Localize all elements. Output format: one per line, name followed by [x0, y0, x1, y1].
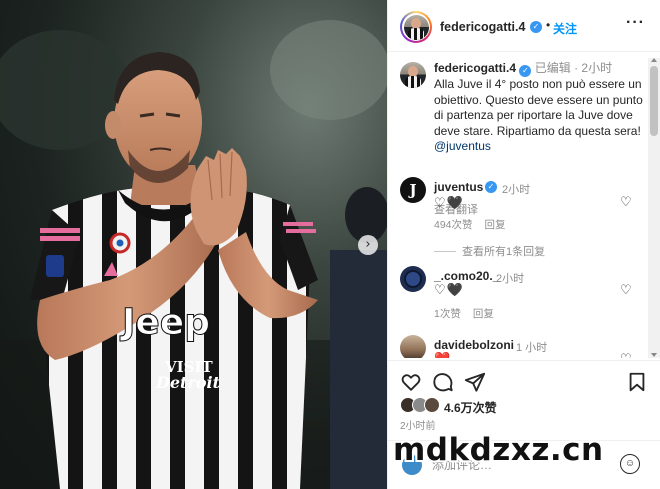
save-button[interactable] — [626, 371, 648, 393]
caption: federicogatti.4 ✓ 已编辑 · 2小时 Alla Juve il… — [434, 61, 646, 155]
comment-time: 2小时 — [496, 273, 525, 285]
add-comment-bar: ☺ — [388, 440, 660, 489]
like-button[interactable] — [400, 371, 422, 393]
comment-time: 2小时 — [502, 184, 531, 196]
scrollbar-thumb[interactable] — [650, 66, 658, 136]
jersey-sleeve-text-2: Detroit — [155, 373, 221, 392]
follow-button[interactable]: 关注 — [553, 20, 577, 37]
comment-bubble-icon — [433, 373, 453, 392]
add-comment-input[interactable] — [432, 455, 582, 475]
comment-reply-button[interactable]: 回复 — [473, 308, 494, 320]
post-photo: Jeep VISIT Detroit › — [0, 0, 387, 489]
caption-username[interactable]: federicogatti.4 — [434, 61, 516, 75]
comment-likes[interactable]: 1次赞 — [434, 308, 461, 320]
comment-avatar[interactable]: J — [400, 177, 426, 203]
paper-plane-icon — [464, 372, 486, 392]
comments-scrollbar[interactable] — [648, 58, 660, 358]
author-username[interactable]: federicogatti.4 — [440, 20, 525, 34]
view-replies-link[interactable]: 查看所有1条回复 — [434, 243, 545, 259]
more-options-icon[interactable]: ··· — [626, 14, 645, 32]
comment-reply-button[interactable]: 回复 — [485, 219, 506, 231]
scroll-down-arrow-icon[interactable] — [651, 353, 657, 357]
caption-edited: 已编辑 — [534, 61, 571, 75]
caption-text: Alla Juve il 4° posto non può essere un … — [434, 77, 643, 138]
comment-likes[interactable]: 494次赞 — [434, 219, 473, 231]
caption-dot: · — [574, 61, 579, 75]
separator-dot: • — [546, 18, 551, 32]
verified-badge-icon: ✓ — [519, 65, 532, 77]
comment-meta: 1次赞 回复 — [434, 306, 506, 321]
caption-mention[interactable]: @juventus — [434, 139, 491, 153]
post-actions — [388, 360, 660, 400]
comment-username[interactable]: _.como20._ — [434, 269, 499, 283]
view-replies-label: 查看所有1条回复 — [462, 246, 546, 258]
comment-time: 1 小时 — [516, 342, 548, 354]
caption-avatar[interactable] — [400, 62, 426, 88]
bookmark-icon — [629, 372, 645, 392]
comment-like-icon[interactable]: ♡ — [620, 352, 632, 358]
post-side-panel: federicogatti.4 ✓ • 关注 ··· federicogatti… — [387, 0, 660, 489]
author-avatar[interactable] — [400, 11, 432, 43]
likes-count[interactable]: 4.6万次赞 — [444, 399, 497, 416]
player-illustration: Jeep VISIT Detroit — [0, 20, 387, 489]
verified-badge-icon: ✓ — [530, 21, 542, 33]
jersey-sponsor: Jeep — [119, 302, 210, 343]
comment-meta: 494次赞 回复 — [434, 217, 518, 232]
carousel-next-button[interactable]: › — [358, 235, 378, 255]
post-header: federicogatti.4 ✓ • 关注 ··· — [388, 0, 660, 52]
emoji-icon[interactable]: ☺ — [620, 454, 640, 474]
likes-summary[interactable]: 4.6万次赞 — [400, 397, 650, 415]
scroll-up-arrow-icon[interactable] — [651, 58, 657, 62]
comment-avatar[interactable] — [400, 266, 426, 292]
comment-avatar[interactable] — [400, 335, 426, 358]
comment-like-icon[interactable]: ♡ — [620, 195, 632, 210]
caption-time: 2小时 — [581, 61, 613, 75]
post-timestamp: 2小时前 — [400, 421, 436, 432]
comment-like-icon[interactable]: ♡ — [620, 283, 632, 298]
comment-hearts: ♡🖤 — [434, 283, 464, 298]
comment-button[interactable] — [432, 371, 454, 393]
viewer-avatar — [402, 455, 422, 475]
heart-outline-icon — [401, 374, 421, 391]
comment-hearts: ♡🖤 — [434, 196, 464, 211]
comment-hearts: ❤️ — [434, 352, 451, 358]
comment-username[interactable]: davidebolzoni — [434, 338, 514, 352]
comments-section[interactable]: federicogatti.4 ✓ 已编辑 · 2小时 Alla Juve il… — [388, 53, 660, 358]
share-button[interactable] — [464, 371, 486, 393]
comment-username[interactable]: juventus — [434, 180, 483, 194]
liker-avatar — [424, 397, 440, 413]
verified-badge-icon: ✓ — [485, 181, 497, 193]
